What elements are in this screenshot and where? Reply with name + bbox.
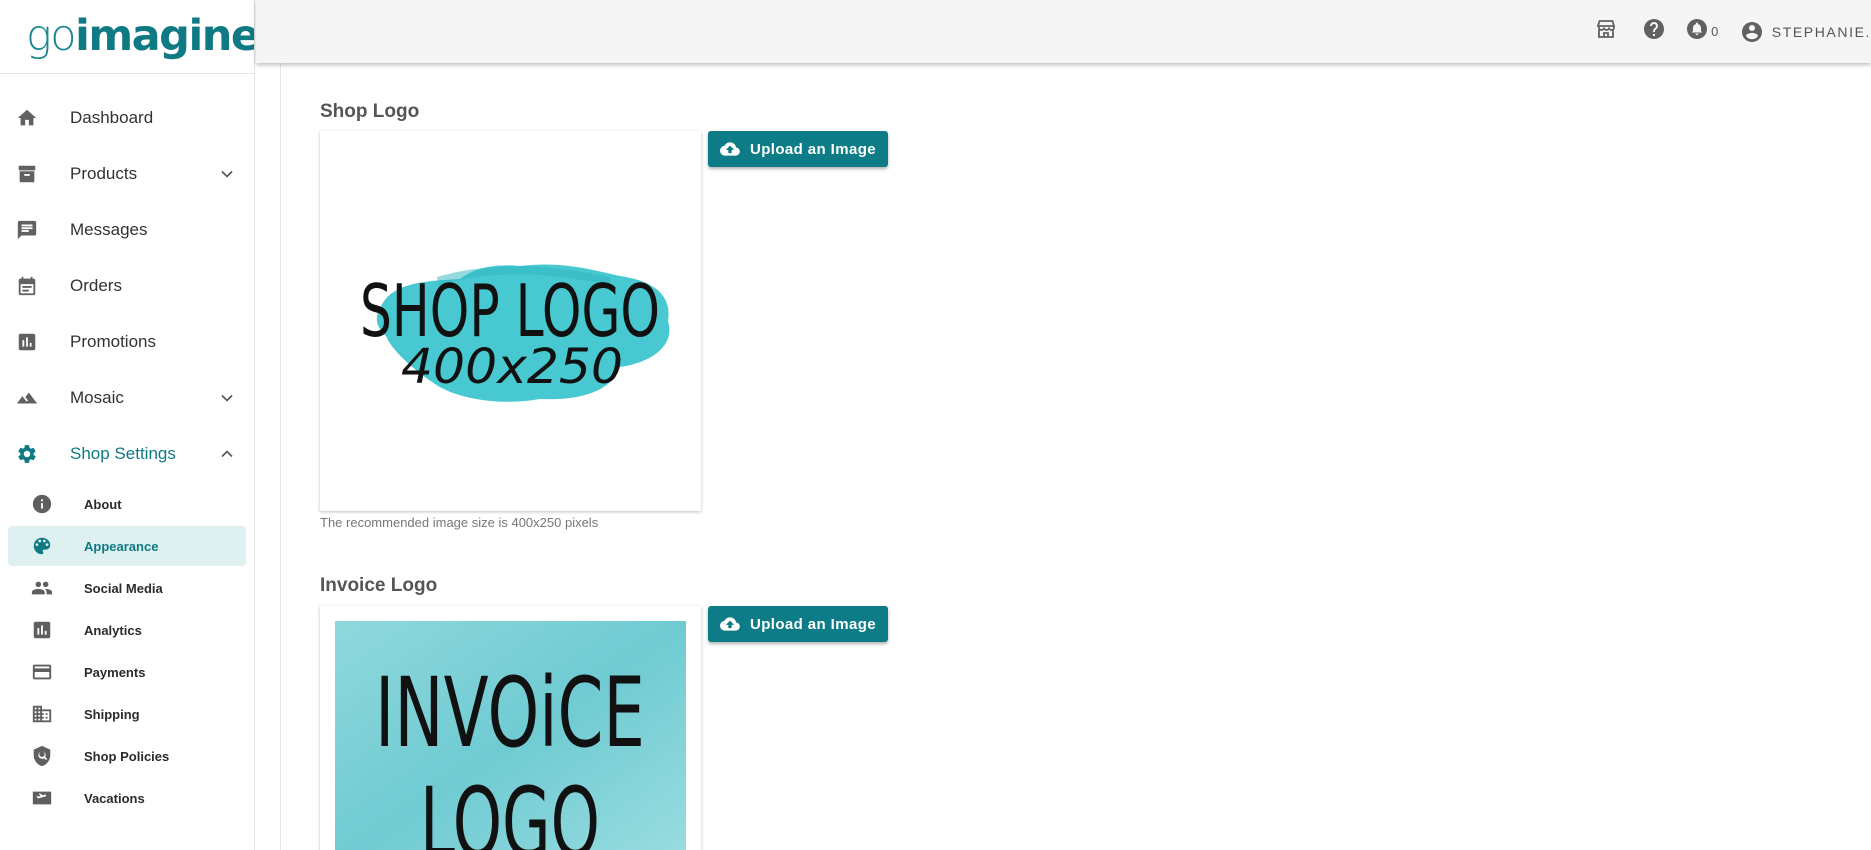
chart-icon: [14, 329, 40, 355]
help-icon: [1642, 17, 1666, 46]
sub-item-shop-policies[interactable]: Shop Policies: [8, 736, 246, 776]
nav-item-promotions[interactable]: Promotions: [0, 314, 254, 370]
invoice-logo-upload-button[interactable]: Upload an Image: [708, 606, 888, 642]
shop-logo-line2: 400x250: [401, 339, 623, 395]
sub-item-shipping[interactable]: Shipping: [8, 694, 246, 734]
brand-imagine: imagine: [75, 11, 255, 61]
nav-label: Messages: [70, 220, 148, 239]
nav-item-dashboard[interactable]: Dashboard: [0, 90, 254, 146]
help-button[interactable]: [1630, 12, 1678, 52]
shop-logo-title: Shop Logo: [320, 101, 420, 122]
shop-logo-upload-button[interactable]: Upload an Image: [708, 131, 888, 167]
main-nav: Dashboard Products Messages Orders Promo…: [0, 74, 254, 818]
upload-label: Upload an Image: [749, 140, 877, 158]
brand-logo[interactable]: goimagine: [0, 0, 254, 74]
shop-logo-caption: The recommended image size is 400x250 pi…: [320, 515, 599, 530]
notifications-button[interactable]: 0: [1678, 12, 1726, 52]
flight-icon: [30, 786, 54, 810]
nav-item-orders[interactable]: Orders: [0, 258, 254, 314]
top-actions: 0 STEPHANIE.: [1582, 0, 1871, 63]
nav-label: Orders: [70, 276, 122, 295]
nav-label: Dashboard: [70, 108, 154, 127]
user-menu[interactable]: STEPHANIE.: [1726, 20, 1871, 44]
nav-label: Promotions: [70, 332, 156, 351]
people-icon: [30, 576, 54, 600]
nav-item-mosaic[interactable]: Mosaic: [0, 370, 254, 426]
sub-item-label: Analytics: [84, 622, 142, 638]
sidebar: goimagine Dashboard Products Messages Or…: [0, 0, 255, 850]
sub-item-label: Vacations: [84, 790, 145, 806]
brand-go: go: [26, 11, 77, 61]
notification-count: 0: [1711, 24, 1719, 39]
invoice-logo-line1: INVOiCE: [375, 657, 645, 769]
analytics-icon: [30, 618, 54, 642]
upload-label: Upload an Image: [749, 615, 877, 633]
home-icon: [14, 105, 40, 131]
sub-item-label: Shipping: [84, 706, 140, 722]
landscape-icon: [14, 385, 40, 411]
storefront-button[interactable]: [1582, 12, 1630, 52]
sub-item-label: About: [84, 496, 122, 512]
building-icon: [30, 702, 54, 726]
sub-item-payments[interactable]: Payments: [8, 652, 246, 692]
chevron-down-icon[interactable]: [216, 163, 238, 185]
appearance-panel: Shop Logo SHOP LOGO 400x250 Upload an Im…: [280, 63, 1871, 850]
top-bar: 0 STEPHANIE.: [256, 0, 1871, 63]
sub-item-appearance[interactable]: Appearance: [8, 526, 246, 566]
sub-item-analytics[interactable]: Analytics: [8, 610, 246, 650]
nav-label: Products: [70, 164, 138, 183]
shield-icon: [30, 744, 54, 768]
chevron-up-icon[interactable]: [216, 443, 238, 465]
palette-icon: [30, 534, 54, 558]
invoice-logo-image: INVOiCE LOGO: [335, 621, 686, 850]
invoice-logo-title: Invoice Logo: [320, 575, 438, 596]
info-icon: [30, 492, 54, 516]
sub-item-label: Shop Policies: [84, 748, 170, 764]
calendar-icon: [14, 273, 40, 299]
archive-icon: [14, 161, 40, 187]
cloud-upload-icon: [720, 614, 740, 634]
bell-icon: [1685, 17, 1709, 46]
sub-item-label: Appearance: [84, 538, 159, 554]
shop-logo-image: SHOP LOGO 400x250: [360, 264, 670, 402]
message-icon: [14, 217, 40, 243]
user-name: STEPHANIE.: [1771, 23, 1871, 40]
account-icon: [1740, 20, 1764, 44]
sub-item-label: Payments: [84, 664, 146, 680]
shop-logo-preview: SHOP LOGO 400x250: [320, 131, 701, 511]
nav-label: Mosaic: [70, 388, 124, 407]
gear-icon: [14, 441, 40, 467]
invoice-logo-preview: INVOiCE LOGO: [320, 606, 701, 850]
invoice-logo-line2: LOGO: [420, 767, 600, 850]
nav-item-shop-settings[interactable]: Shop Settings: [0, 426, 254, 482]
sub-item-label: Social Media: [84, 580, 163, 596]
nav-item-messages[interactable]: Messages: [0, 202, 254, 258]
sub-item-about[interactable]: About: [8, 484, 246, 524]
nav-item-products[interactable]: Products: [0, 146, 254, 202]
sub-item-social-media[interactable]: Social Media: [8, 568, 246, 608]
nav-label: Shop Settings: [70, 444, 176, 463]
chevron-down-icon[interactable]: [216, 387, 238, 409]
sub-item-vacations[interactable]: Vacations: [8, 778, 246, 818]
cloud-upload-icon: [720, 139, 740, 159]
main-content: Shop Logo SHOP LOGO 400x250 Upload an Im…: [256, 63, 1871, 850]
credit-card-icon: [30, 660, 54, 684]
storefront-icon: [1594, 17, 1618, 46]
